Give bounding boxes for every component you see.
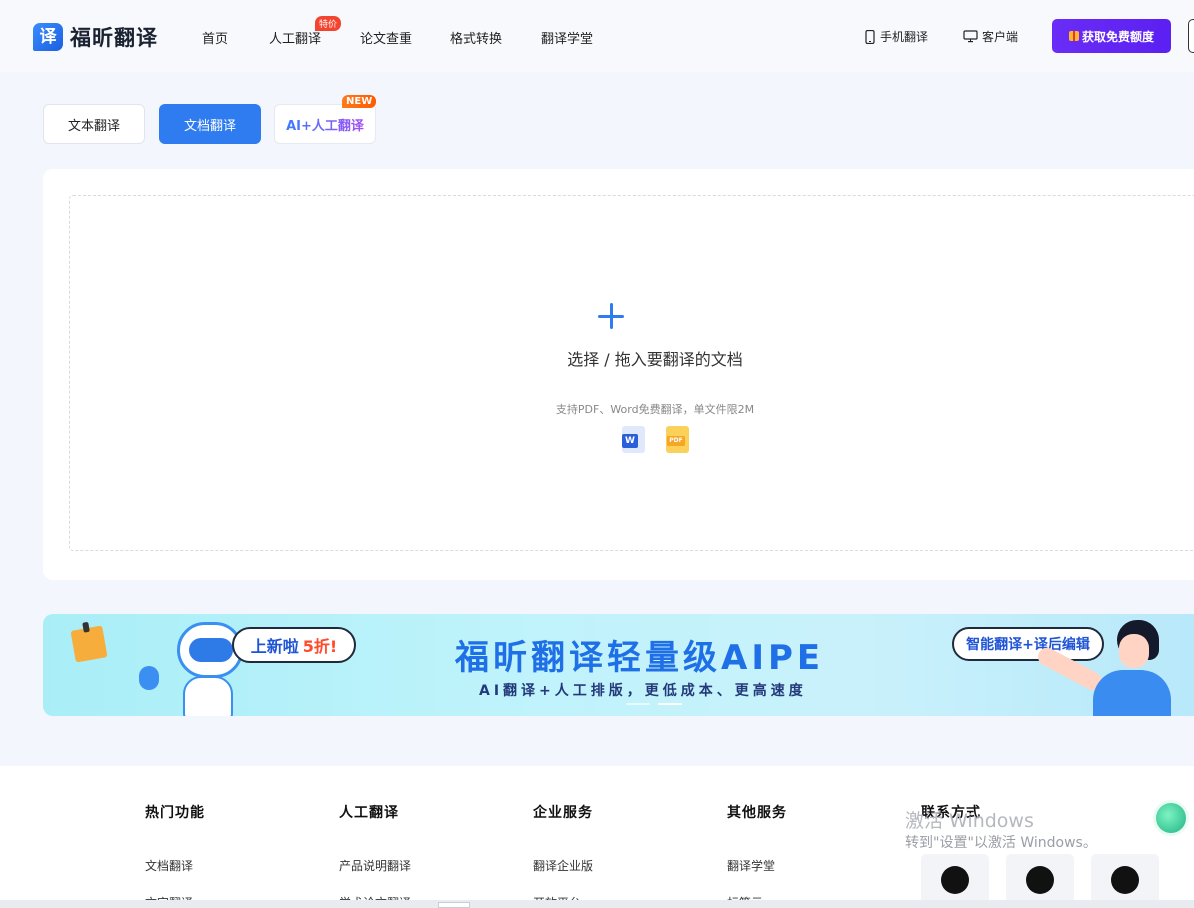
logo-icon: 译 bbox=[33, 23, 63, 51]
windows-activation-hint: 转到"设置"以激活 Windows。 bbox=[905, 835, 1097, 851]
carousel-dot[interactable] bbox=[626, 703, 650, 705]
dropzone-hint: 支持PDF、Word免费翻译，单文件限2M bbox=[555, 403, 755, 416]
nav-human-translation[interactable]: 人工翻译 bbox=[269, 28, 321, 47]
carousel-dots bbox=[626, 703, 690, 705]
footer-heading: 热门功能 bbox=[145, 805, 205, 821]
banner-title: 福昕翻译轻量级AIPE bbox=[455, 638, 825, 678]
promo-bubble-highlight: 5折! bbox=[302, 637, 338, 656]
promo-banner[interactable]: 上新啦 5折! 福昕翻译轻量级AIPE AI翻译+人工排版，更低成本、更高速度 智… bbox=[43, 614, 1194, 716]
footer-link[interactable]: 产品说明翻译 bbox=[339, 857, 411, 874]
brand-name: 福昕翻译 bbox=[70, 26, 158, 50]
footer-col-other-services: 其他服务 翻译学堂 标签云 bbox=[727, 802, 787, 908]
footer-link[interactable]: 翻译学堂 bbox=[727, 857, 787, 874]
special-offer-badge: 特价 bbox=[315, 16, 342, 31]
horizontal-scrollbar[interactable] bbox=[0, 900, 1194, 908]
footer-heading: 企业服务 bbox=[533, 805, 593, 821]
monitor-icon bbox=[963, 30, 978, 43]
desktop-client-label: 客户端 bbox=[982, 30, 1019, 44]
robot-face-illustration bbox=[189, 638, 233, 662]
tab-ai-label: AI+人工翻译 bbox=[286, 115, 364, 134]
pdf-file-icon: PDF bbox=[666, 426, 689, 453]
nav-home[interactable]: 首页 bbox=[202, 28, 228, 47]
tab-text-translation[interactable]: 文本翻译 bbox=[43, 104, 145, 144]
footer-heading: 人工翻译 bbox=[339, 805, 399, 821]
desktop-client-link[interactable]: 客户端 bbox=[963, 28, 1018, 45]
file-dropzone[interactable] bbox=[69, 195, 1194, 551]
robot-arm-illustration bbox=[139, 666, 159, 690]
top-header: 译 福昕翻译 首页 人工翻译 论文查重 格式转换 翻译学堂 特价 手机翻译 客户… bbox=[0, 0, 1194, 72]
site-footer: 热门功能 文档翻译 文字翻译 人工翻译 产品说明翻译 学术论文翻译 企业服务 翻… bbox=[0, 766, 1194, 908]
sticky-note-icon bbox=[70, 625, 108, 663]
new-badge: NEW bbox=[342, 95, 377, 108]
tab-document-translation[interactable]: 文档翻译 bbox=[159, 104, 261, 144]
plus-icon[interactable] bbox=[598, 303, 624, 329]
login-button-partial[interactable] bbox=[1188, 19, 1194, 53]
mobile-translate-label: 手机翻译 bbox=[880, 30, 929, 44]
windows-activation-watermark: 激活 Windows bbox=[905, 810, 1034, 832]
floating-assistant-icon[interactable] bbox=[1153, 800, 1189, 836]
tab-ai-human-translation[interactable]: AI+人工翻译 bbox=[274, 104, 376, 144]
mobile-translate-link[interactable]: 手机翻译 bbox=[864, 28, 928, 45]
banner-subtitle: AI翻译+人工排版，更低成本、更高速度 bbox=[479, 683, 807, 699]
nav-format-convert[interactable]: 格式转换 bbox=[450, 28, 502, 47]
nav-plagiarism-check[interactable]: 论文查重 bbox=[360, 28, 412, 47]
word-tag: W bbox=[622, 434, 638, 448]
robot-body-illustration bbox=[183, 676, 233, 716]
promo-bubble-text: 上新啦 bbox=[250, 637, 299, 656]
upload-card bbox=[43, 169, 1194, 580]
get-free-quota-label: 获取免费额度 bbox=[1081, 29, 1154, 44]
person-body-illustration bbox=[1093, 670, 1171, 716]
pdf-tag: PDF bbox=[667, 436, 685, 446]
footer-link[interactable]: 翻译企业版 bbox=[533, 857, 593, 874]
wechat-icon bbox=[941, 866, 969, 894]
qq-icon bbox=[1026, 866, 1054, 894]
dropzone-title[interactable]: 选择 / 拖入要翻译的文档 bbox=[0, 346, 1194, 370]
phone-icon bbox=[865, 29, 875, 44]
promo-bubble-feature: 智能翻译+译后编辑 bbox=[952, 627, 1104, 661]
footer-col-human-translation: 人工翻译 产品说明翻译 学术论文翻译 bbox=[339, 802, 411, 908]
footer-col-enterprise: 企业服务 翻译企业版 开放平台 bbox=[533, 802, 593, 908]
get-free-quota-button[interactable]: 获取免费额度 bbox=[1052, 19, 1171, 53]
gift-icon bbox=[1068, 31, 1079, 41]
miniprogram-icon bbox=[1111, 866, 1139, 894]
footer-col-hot-features: 热门功能 文档翻译 文字翻译 bbox=[145, 802, 205, 908]
nav-translation-academy[interactable]: 翻译学堂 bbox=[541, 28, 593, 47]
scrollbar-thumb[interactable] bbox=[438, 902, 470, 908]
person-face-illustration bbox=[1119, 634, 1149, 668]
word-file-icon: W bbox=[622, 426, 645, 453]
footer-heading: 其他服务 bbox=[727, 805, 787, 821]
footer-link[interactable]: 文档翻译 bbox=[145, 857, 205, 874]
logo[interactable]: 译 福昕翻译 bbox=[33, 22, 158, 52]
promo-bubble-discount: 上新啦 5折! bbox=[232, 627, 356, 663]
carousel-dot-active[interactable] bbox=[658, 703, 682, 705]
